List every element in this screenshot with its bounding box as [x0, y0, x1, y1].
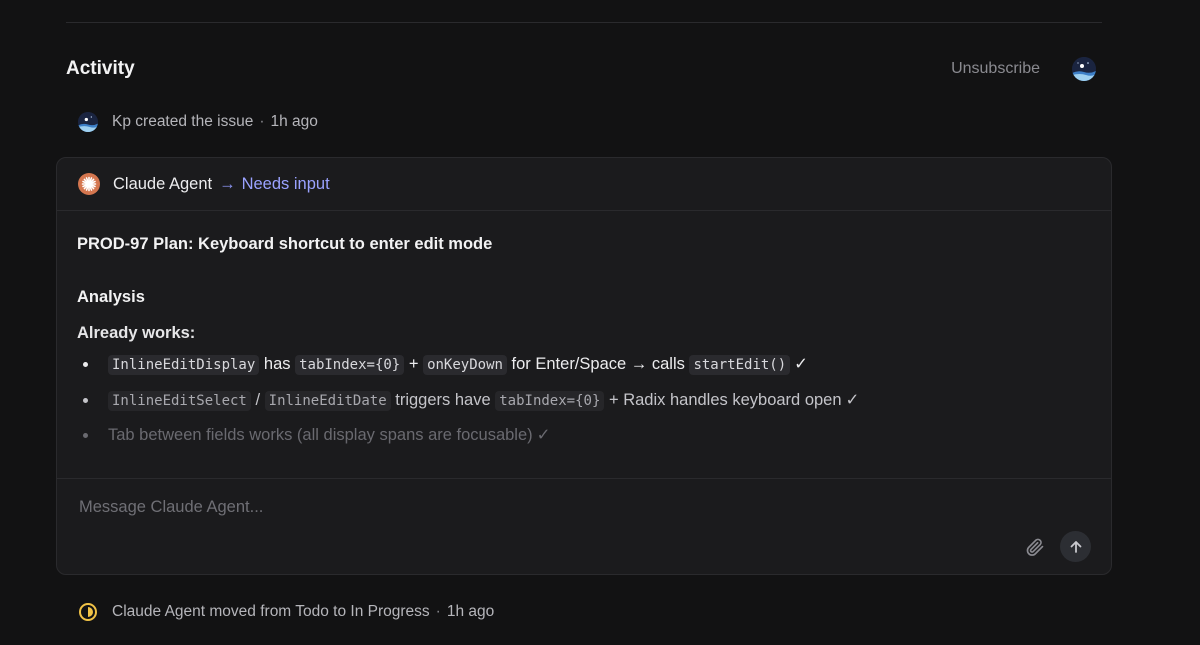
half-circle-status-icon — [78, 602, 98, 622]
arrow-right-icon: → — [219, 174, 236, 193]
list-text: triggers have — [395, 390, 491, 409]
checkmark-icon: ✓ — [794, 355, 808, 373]
list-text: + Radix handles keyboard open — [608, 390, 842, 409]
status-needs-input[interactable]: Needs input — [242, 175, 330, 194]
activity-title: Activity — [66, 58, 135, 79]
message-input[interactable] — [77, 497, 981, 518]
event-text: Kp created the issue · 1h ago — [112, 113, 318, 131]
inline-code: onKeyDown — [423, 355, 507, 375]
list-item: InlineEditSelect / InlineEditDate trigge… — [77, 389, 1091, 412]
comment-body: PROD-97 Plan: Keyboard shortcut to enter… — [57, 211, 1111, 479]
comment-header: Claude Agent → Needs input — [57, 158, 1111, 211]
event-action: moved from Todo to In Progress — [209, 603, 430, 620]
activity-event: Kp created the issue · 1h ago — [78, 112, 318, 132]
event-text: Claude Agent moved from Todo to In Progr… — [112, 603, 494, 621]
inline-code: InlineEditDisplay — [108, 355, 260, 375]
header-actions: Unsubscribe — [951, 57, 1096, 81]
activity-header: Activity Unsubscribe — [66, 56, 1096, 82]
event-actor[interactable]: Claude Agent — [112, 603, 205, 620]
works-list: InlineEditDisplay has tabIndex={0} + onK… — [77, 353, 1091, 446]
activity-event: Claude Agent moved from Todo to In Progr… — [78, 602, 494, 622]
plan-title: PROD-97 Plan: Keyboard shortcut to enter… — [77, 235, 493, 253]
list-text: has — [263, 355, 291, 373]
claude-agent-icon — [78, 173, 100, 195]
actor-avatar — [78, 112, 98, 132]
list-item: Tab between fields works (all display sp… — [77, 424, 1091, 446]
comment-author[interactable]: Claude Agent — [113, 175, 212, 194]
event-action: created the issue — [135, 113, 254, 130]
separator-dot: · — [435, 603, 441, 620]
unsubscribe-button[interactable]: Unsubscribe — [951, 60, 1040, 78]
event-time[interactable]: 1h ago — [447, 603, 494, 620]
paperclip-icon — [1026, 538, 1044, 556]
sub-heading: Already works: — [77, 324, 196, 342]
inline-code: InlineEditSelect — [108, 390, 251, 411]
agent-comment-card: Claude Agent → Needs input PROD-97 Plan:… — [56, 157, 1112, 575]
avatar-icon — [1072, 57, 1096, 81]
section-heading: Analysis — [77, 288, 145, 306]
attach-button[interactable] — [1023, 535, 1047, 559]
inline-code: tabIndex={0} — [295, 355, 405, 375]
list-text: for Enter/Space → calls — [511, 355, 685, 373]
message-composer — [57, 479, 1111, 574]
list-text: / — [255, 390, 261, 409]
avatar-icon — [78, 112, 98, 132]
user-avatar[interactable] — [1072, 57, 1096, 81]
list-text: + — [408, 355, 419, 373]
arrow-up-icon — [1070, 540, 1081, 553]
event-time[interactable]: 1h ago — [271, 113, 318, 130]
event-actor[interactable]: Kp — [112, 113, 131, 130]
inline-code: tabIndex={0} — [495, 390, 605, 411]
checkmark-icon: ✓ — [536, 426, 551, 444]
inline-code: InlineEditDate — [264, 390, 391, 411]
send-button[interactable] — [1060, 531, 1091, 562]
list-text: Tab between fields works (all display sp… — [108, 426, 533, 444]
checkmark-icon: ✓ — [845, 390, 860, 409]
activity-page: Activity Unsubscribe Kp created the issu… — [0, 0, 1200, 645]
separator-dot: · — [259, 113, 265, 130]
inline-code: startEdit() — [689, 355, 791, 375]
divider — [66, 22, 1102, 23]
list-item: InlineEditDisplay has tabIndex={0} + onK… — [77, 353, 1091, 376]
